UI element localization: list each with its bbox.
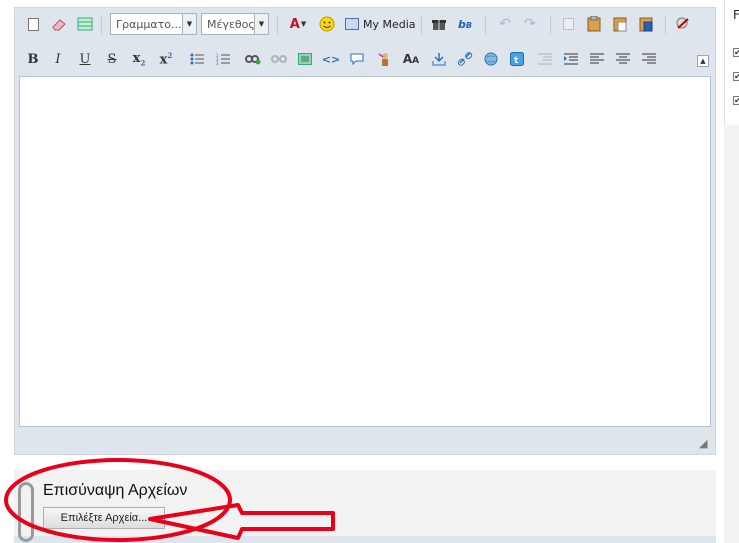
font-family-value: Γραμματο... xyxy=(116,17,182,31)
superscript-icon[interactable]: x2 xyxy=(156,48,176,70)
editor-text-area[interactable] xyxy=(19,76,711,427)
bottom-strip xyxy=(14,536,716,543)
paste-word-icon[interactable] xyxy=(636,13,656,35)
paperclip-icon xyxy=(18,482,34,542)
side-checkbox[interactable]: ✔ xyxy=(733,48,739,57)
table-icon[interactable] xyxy=(75,13,95,35)
align-center-icon[interactable] xyxy=(613,48,633,70)
spellcheck-icon[interactable] xyxy=(673,13,693,35)
paste-icon[interactable] xyxy=(584,13,604,35)
media-icon xyxy=(345,18,359,30)
side-checkbox[interactable]: ✔ xyxy=(733,96,739,105)
subscript-icon[interactable]: x2 xyxy=(129,48,149,70)
bbcode-icon[interactable]: bB xyxy=(455,13,475,35)
my-media-label: My Media xyxy=(363,17,416,31)
align-right-icon[interactable] xyxy=(639,48,659,70)
chain-link-icon[interactable] xyxy=(455,48,475,70)
rich-text-editor: Γραμματο... ▼ Μέγεθος ▼ A ▼ My Media bB … xyxy=(14,7,716,455)
chevron-down-icon: ▼ xyxy=(182,14,196,34)
svg-text:t: t xyxy=(514,56,519,66)
attachments-title: Επισύναψη Αρχείων xyxy=(43,482,188,499)
quote-icon[interactable] xyxy=(347,48,367,70)
my-media-button[interactable]: My Media xyxy=(345,13,416,35)
indent-icon[interactable] xyxy=(561,48,581,70)
toolbar-row-1: Γραμματο... ▼ Μέγεθος ▼ A ▼ My Media bB … xyxy=(15,11,715,39)
svg-text:3: 3 xyxy=(216,61,219,65)
paste-text-icon[interactable] xyxy=(610,13,630,35)
choose-files-button[interactable]: Επιλέξτε Αρχεία... xyxy=(43,507,165,529)
smiley-icon[interactable] xyxy=(317,13,337,35)
chevron-down-icon: ▼ xyxy=(254,14,268,34)
globe-icon[interactable] xyxy=(481,48,501,70)
resize-grip-icon[interactable]: ◢ xyxy=(699,438,711,450)
eraser-icon[interactable] xyxy=(49,13,69,35)
text-color-icon[interactable]: A ▼ xyxy=(285,13,311,35)
code-icon[interactable]: <> xyxy=(321,48,341,70)
spoiler-icon[interactable] xyxy=(375,48,395,70)
collapse-toolbar-icon[interactable]: ▲ xyxy=(697,55,709,67)
bullet-list-icon[interactable] xyxy=(187,48,207,70)
redo-icon[interactable]: ↷ xyxy=(520,13,540,35)
font-size-value: Μέγεθος xyxy=(207,17,255,31)
bold-icon[interactable]: B xyxy=(23,48,43,70)
side-panel: F ✔ ✔ ✔ xyxy=(724,0,739,125)
strikethrough-icon[interactable]: S xyxy=(102,48,122,70)
numbered-list-icon[interactable]: 123 xyxy=(213,48,233,70)
copy-icon[interactable] xyxy=(558,13,578,35)
download-icon[interactable] xyxy=(429,48,449,70)
page: F ✔ ✔ ✔ Γραμματο... ▼ Μέγεθος ▼ A ▼ My M… xyxy=(0,0,739,543)
gift-icon[interactable] xyxy=(429,13,449,35)
underline-icon[interactable]: U xyxy=(75,48,95,70)
outdent-icon[interactable] xyxy=(535,48,555,70)
font-family-select[interactable]: Γραμματο... ▼ xyxy=(110,13,197,35)
italic-icon[interactable]: I xyxy=(48,48,68,70)
font-size-select[interactable]: Μέγεθος ▼ xyxy=(201,13,269,35)
twitter-icon[interactable]: t xyxy=(507,48,527,70)
unlink-icon[interactable] xyxy=(269,48,289,70)
side-checkbox[interactable]: ✔ xyxy=(733,72,739,81)
image-icon[interactable] xyxy=(295,48,315,70)
align-left-icon[interactable] xyxy=(587,48,607,70)
source-mode-icon[interactable] xyxy=(23,13,43,35)
toolbar-row-2: B I U S x2 x2 123 <> AA t xyxy=(15,46,715,74)
undo-icon[interactable]: ↶ xyxy=(495,13,515,35)
link-icon[interactable] xyxy=(243,48,263,70)
side-panel-title: F xyxy=(733,8,739,22)
font-size-icon[interactable]: AA xyxy=(401,48,421,70)
